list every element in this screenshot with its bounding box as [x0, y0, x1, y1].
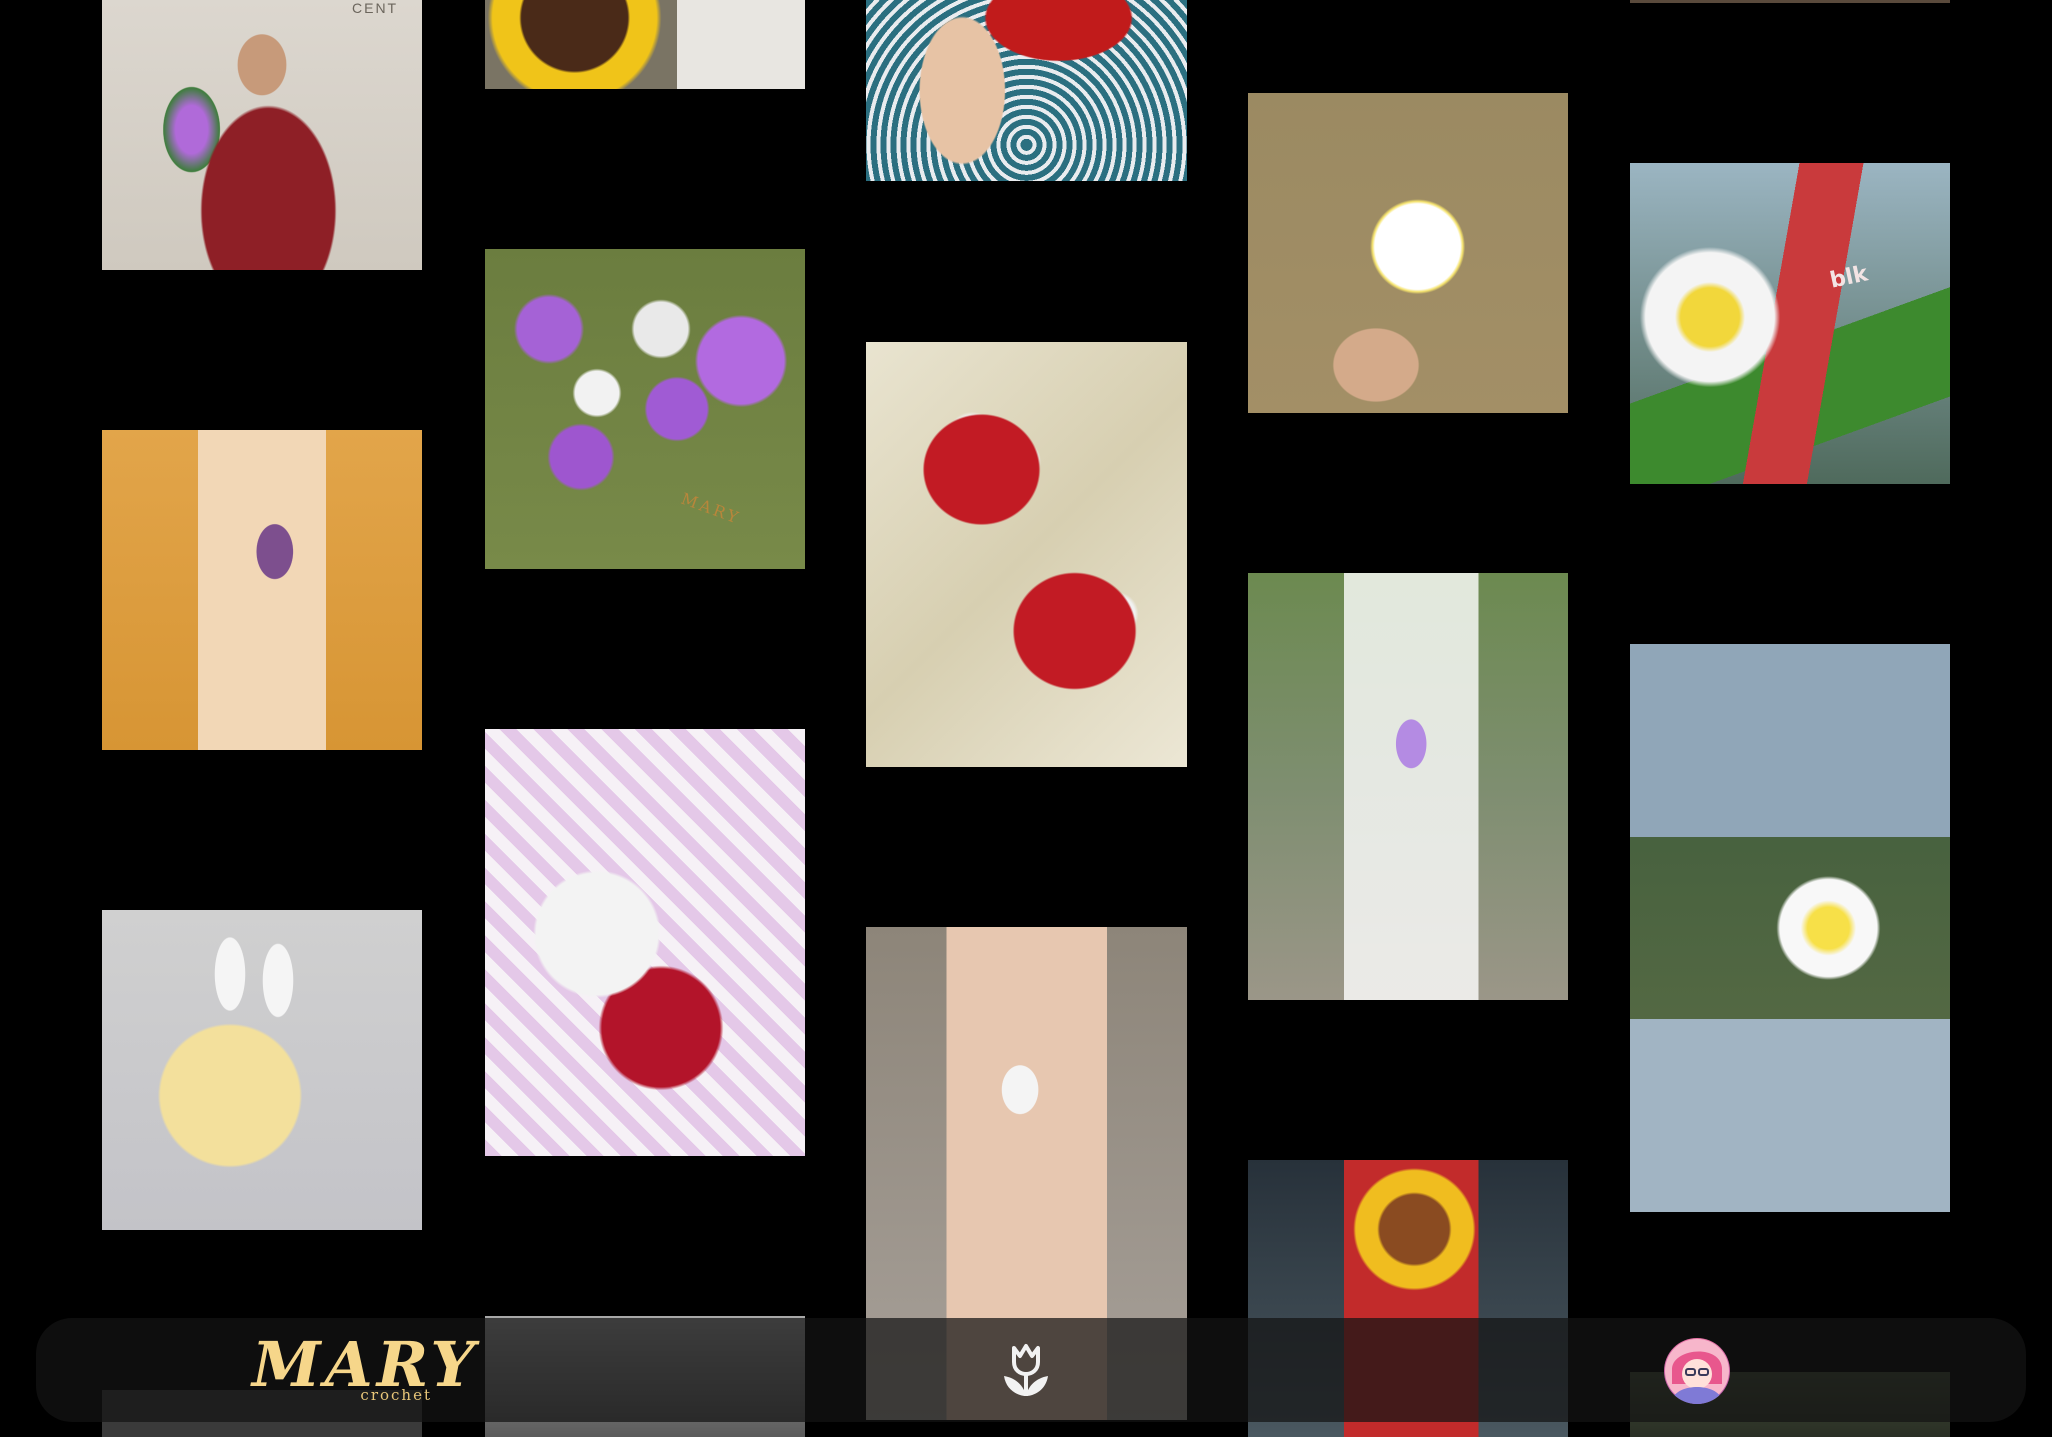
- wall-sign-text: CENT: [352, 0, 399, 16]
- avatar-icon: [1665, 1339, 1729, 1404]
- photo-purple-tulip-orange-wall[interactable]: [102, 430, 422, 750]
- gallery-page: CENT MARY blk MARY crochet: [0, 0, 2052, 1437]
- tulip-icon-graphic: [1004, 1344, 1048, 1396]
- profile-avatar[interactable]: [1664, 1338, 1730, 1404]
- photo-purple-white-bouquet[interactable]: MARY: [485, 249, 805, 569]
- mary-crochet-logo[interactable]: MARY crochet: [252, 1334, 475, 1405]
- photo-purple-tulip-white-wrap[interactable]: [1248, 573, 1568, 1000]
- photo-daisy-sky[interactable]: [1630, 644, 1950, 1212]
- photo-spider-hats[interactable]: [866, 342, 1187, 767]
- lipstick-label-text: blk: [1827, 261, 1871, 294]
- photo-white-red-roses[interactable]: [485, 729, 805, 1156]
- photo-sunflower-note[interactable]: [485, 0, 805, 89]
- photo-bee-plush[interactable]: [102, 910, 422, 1230]
- photo-daisy-bouquet-hand[interactable]: [1248, 93, 1568, 413]
- photo-daisy-lipstick[interactable]: blk: [1630, 163, 1950, 484]
- photo-boy-with-bouquet[interactable]: CENT: [102, 0, 422, 270]
- card-logo-text: MARY: [678, 488, 744, 529]
- photo-partial-top-c5[interactable]: [1630, 0, 1950, 3]
- photo-red-hat-dress[interactable]: [866, 0, 1187, 181]
- logo-subtitle: crochet: [360, 1386, 432, 1404]
- tulip-icon[interactable]: [996, 1340, 1056, 1400]
